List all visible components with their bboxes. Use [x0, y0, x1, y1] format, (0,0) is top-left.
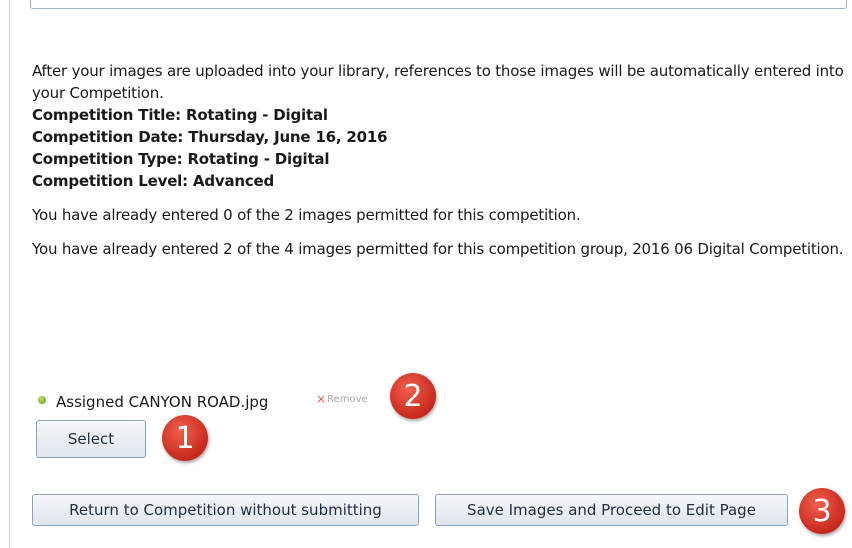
- callout-badge-1: 1: [162, 415, 208, 461]
- competition-title: Competition Title: Rotating - Digital: [32, 106, 328, 124]
- return-to-competition-button[interactable]: Return to Competition without submitting: [32, 494, 419, 526]
- competition-details: Competition Title: Rotating - Digital Co…: [32, 104, 847, 192]
- assigned-file-label: Assigned CANYON ROAD.jpg: [56, 393, 269, 411]
- intro-text: After your images are uploaded into your…: [32, 62, 844, 102]
- group-count-text: You have already entered 2 of the 4 imag…: [32, 240, 844, 258]
- competition-type: Competition Type: Rotating - Digital: [32, 150, 330, 168]
- select-button[interactable]: Select: [36, 420, 146, 458]
- remove-x-icon: ×: [316, 392, 327, 406]
- competition-level: Competition Level: Advanced: [32, 172, 275, 190]
- callout-badge-2: 2: [390, 373, 436, 419]
- entered-count-text: You have already entered 0 of the 2 imag…: [32, 206, 581, 224]
- assigned-file: Assigned CANYON ROAD.jpg: [38, 391, 268, 413]
- page-left-border: [9, 0, 10, 548]
- save-images-button[interactable]: Save Images and Proceed to Edit Page: [435, 494, 788, 526]
- callout-badge-3: 3: [799, 488, 845, 534]
- competition-date: Competition Date: Thursday, June 16, 201…: [32, 128, 388, 146]
- status-dot-icon: [38, 396, 46, 404]
- upload-panel-bottom-edge: [30, 0, 847, 9]
- remove-link[interactable]: × Remove: [316, 392, 368, 406]
- competition-info: After your images are uploaded into your…: [32, 60, 847, 260]
- remove-label: Remove: [327, 393, 368, 405]
